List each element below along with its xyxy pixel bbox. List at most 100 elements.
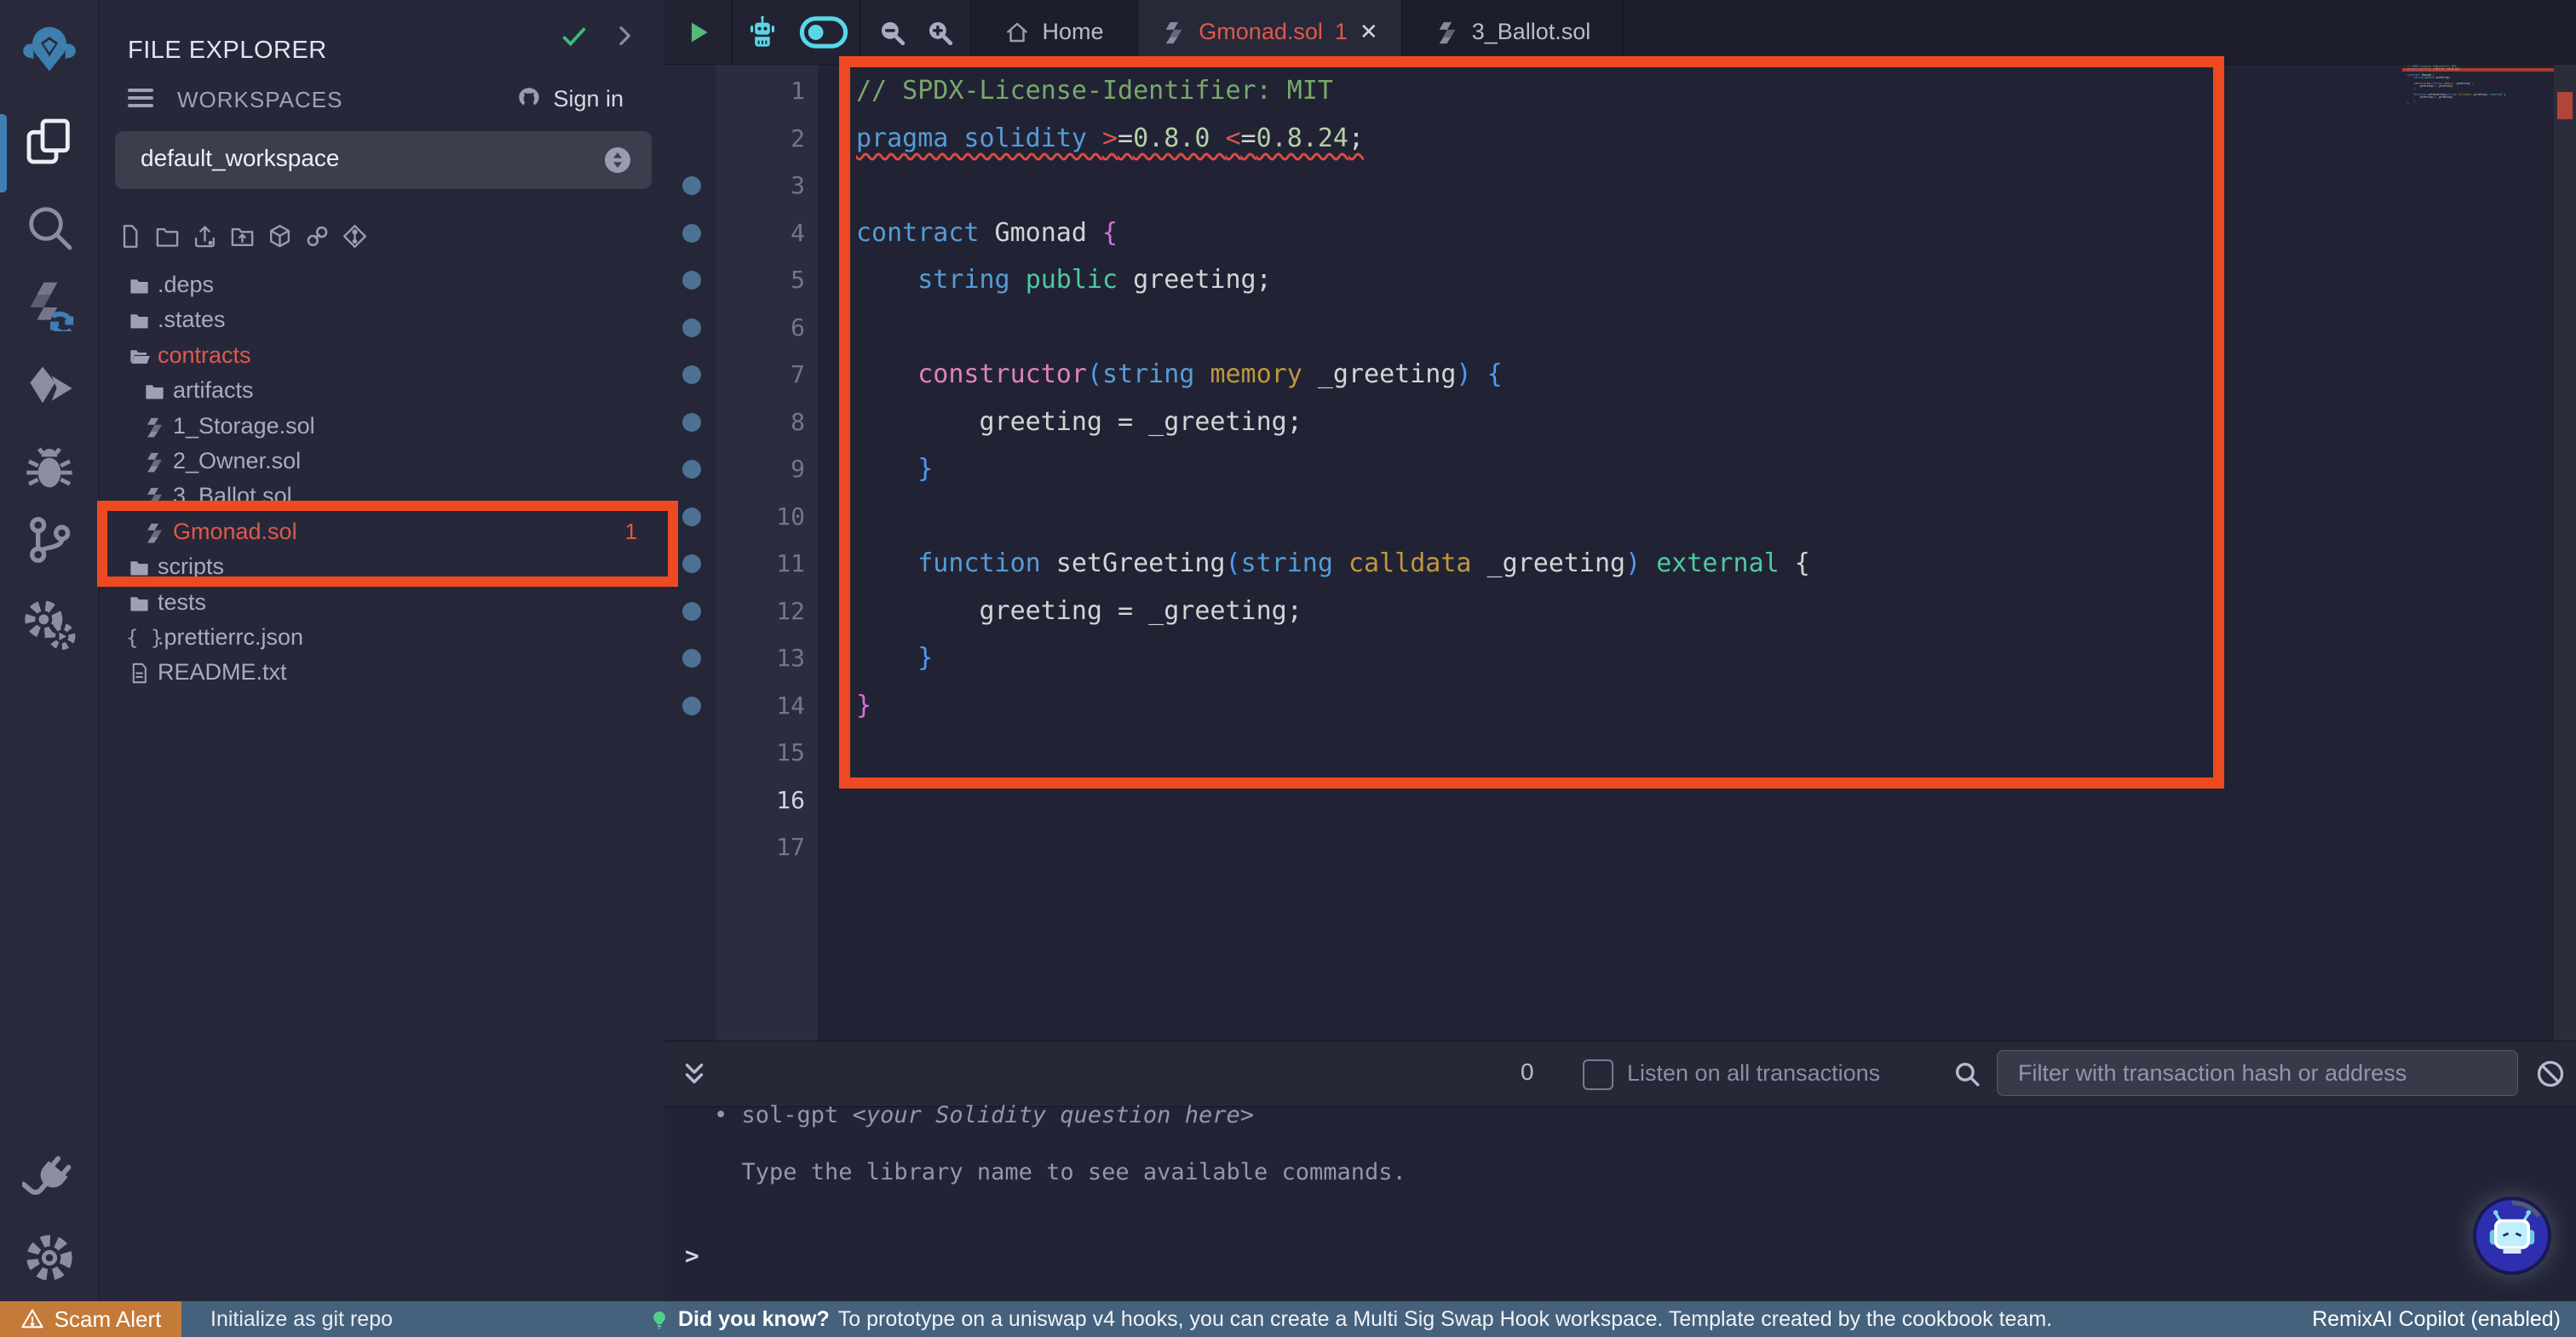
git-icon[interactable] <box>22 513 77 567</box>
tree-item-label: .states <box>158 307 226 333</box>
zoom-out-icon[interactable] <box>877 18 906 47</box>
workspace-select[interactable]: default_workspace <box>115 131 652 189</box>
code-line-5[interactable]: 5 string public greeting; <box>664 256 2402 304</box>
code-line-12[interactable]: 12 greeting = _greeting; <box>664 588 2402 635</box>
tree-item-3_Ballot.sol[interactable]: 3_Ballot.sol <box>100 479 664 514</box>
sign-in-label: Sign in <box>553 86 624 112</box>
editor-scrollbar[interactable] <box>2554 64 2576 1041</box>
close-tab-icon[interactable]: ✕ <box>1360 19 1378 45</box>
code-line-1[interactable]: 1// SPDX-License-Identifier: MIT <box>664 67 2402 115</box>
ipfs-box-icon[interactable] <box>267 223 293 250</box>
tree-item-.states[interactable]: .states <box>100 303 664 338</box>
deploy-run-icon[interactable] <box>22 361 77 416</box>
minimap[interactable]: // SPDX-License-Identifier: MITpragma so… <box>2402 66 2554 113</box>
chevron-right-icon[interactable] <box>611 22 638 49</box>
tip-text: To prototype on a uniswap v4 hooks, you … <box>838 1307 2052 1332</box>
upload-folder-icon[interactable] <box>229 223 256 250</box>
copilot-status-button[interactable]: RemixAI Copilot (enabled) <box>2312 1307 2561 1332</box>
code-line-17[interactable]: 17 <box>664 823 2402 871</box>
collapse-terminal-icon[interactable] <box>680 1060 709 1089</box>
tab-gmonad[interactable]: Gmonad.sol 1 ✕ <box>1138 0 1402 64</box>
code-line-15[interactable]: 15 <box>664 729 2402 777</box>
tab-home[interactable]: Home <box>971 0 1138 64</box>
line-number: 11 <box>716 540 805 588</box>
terminal-prompt[interactable]: > <box>685 1242 699 1270</box>
remixai-robot-icon[interactable] <box>745 14 780 50</box>
tab-label: Home <box>1042 19 1103 45</box>
tree-item-.prettierrc.json[interactable]: { }.prettierrc.json <box>100 621 664 656</box>
tree-item-label: .prettierrc.json <box>158 624 303 651</box>
tree-item-artifacts[interactable]: artifacts <box>100 374 664 409</box>
file-explorer-icon[interactable] <box>22 114 77 169</box>
minimap-line <box>2402 111 2554 113</box>
check-icon[interactable] <box>560 22 589 51</box>
code-line-13[interactable]: 13 } <box>664 634 2402 682</box>
tree-item-.deps[interactable]: .deps <box>100 268 664 303</box>
remix-logo-icon[interactable] <box>22 21 77 76</box>
line-number: 4 <box>716 209 805 257</box>
init-git-repo-button[interactable]: Initialize as git repo <box>210 1307 393 1332</box>
folder-icon <box>128 592 151 615</box>
code-line-4[interactable]: 4contract Gmonad { <box>664 209 2402 257</box>
clear-terminal-icon[interactable] <box>2535 1059 2566 1089</box>
hamburger-menu-icon[interactable] <box>128 89 153 111</box>
tree-item-Gmonad.sol[interactable]: Gmonad.sol1 <box>100 515 664 550</box>
solidity-file-icon <box>1161 20 1187 45</box>
code-line-9[interactable]: 9 } <box>664 445 2402 493</box>
zoom-in-icon[interactable] <box>925 18 954 47</box>
tree-item-README.txt[interactable]: README.txt <box>100 656 664 691</box>
scam-alert-button[interactable]: Scam Alert <box>0 1301 181 1337</box>
code-line-10[interactable]: 10 <box>664 493 2402 541</box>
line-number: 16 <box>716 777 805 824</box>
code-line-8[interactable]: 8 greeting = _greeting; <box>664 399 2402 446</box>
tree-item-scripts[interactable]: scripts <box>100 550 664 585</box>
debugger-icon[interactable] <box>22 442 77 496</box>
listen-checkbox[interactable] <box>1583 1059 1613 1090</box>
code-line-3[interactable]: 3 <box>664 162 2402 209</box>
terminal-search-icon[interactable] <box>1952 1059 1981 1088</box>
remixai-assistant-button[interactable] <box>2473 1196 2551 1275</box>
tree-item-contracts[interactable]: contracts <box>100 339 664 374</box>
folder-icon <box>128 274 151 297</box>
new-folder-icon[interactable] <box>154 223 181 250</box>
solidity-compiler-icon[interactable] <box>22 277 77 331</box>
zoom-controls <box>860 0 971 64</box>
file-toolbar <box>117 223 368 250</box>
settings-icon[interactable] <box>22 1231 77 1285</box>
active-plugin-indicator <box>0 114 7 192</box>
copilot-toggle-icon[interactable] <box>799 15 848 49</box>
new-file-icon[interactable] <box>117 223 143 250</box>
tree-item-label: Gmonad.sol <box>173 519 297 545</box>
tree-item-tests[interactable]: tests <box>100 586 664 621</box>
tab-label: 3_Ballot.sol <box>1472 19 1591 45</box>
code-text: string public greeting; <box>856 256 1272 304</box>
terminal-history-line: Type the library name to see available c… <box>714 1159 1406 1185</box>
run-script-button[interactable] <box>664 0 733 64</box>
code-line-2[interactable]: 2pragma solidity >=0.8.0 <=0.8.24; <box>664 115 2402 163</box>
code-line-6[interactable]: 6 <box>664 304 2402 352</box>
code-text: constructor(string memory _greeting) { <box>856 351 1503 399</box>
code-line-7[interactable]: 7 constructor(string memory _greeting) { <box>664 351 2402 399</box>
warning-icon <box>20 1307 44 1331</box>
code-line-14[interactable]: 14} <box>664 682 2402 730</box>
line-number: 17 <box>716 823 805 871</box>
transaction-filter-input[interactable] <box>1997 1050 2518 1096</box>
tab-ballot[interactable]: 3_Ballot.sol <box>1402 0 1624 64</box>
solidity-icon <box>143 416 166 439</box>
plugin-manager-icon[interactable] <box>22 1152 77 1207</box>
tree-item-2_Owner.sol[interactable]: 2_Owner.sol <box>100 445 664 479</box>
upload-file-icon[interactable] <box>192 223 218 250</box>
file-explorer-panel: FILE EXPLORER WORKSPACES Sign in default… <box>100 0 664 1301</box>
script-runner-icon[interactable] <box>22 598 77 652</box>
link-icon[interactable] <box>304 223 331 250</box>
sign-in-button[interactable]: Sign in <box>514 83 624 114</box>
tree-item-1_Storage.sol[interactable]: 1_Storage.sol <box>100 410 664 445</box>
code-text: } <box>856 445 933 493</box>
search-icon[interactable] <box>22 200 77 255</box>
code-line-11[interactable]: 11 function setGreeting(string calldata … <box>664 540 2402 588</box>
scrollbar-error-marker <box>2557 92 2573 119</box>
git-diamond-icon[interactable] <box>342 223 368 250</box>
terminal-history-line: • sol-gpt <your Solidity question here> <box>714 1102 1254 1128</box>
code-line-16[interactable]: 16 <box>664 777 2402 824</box>
workspaces-label: WORKSPACES <box>177 87 342 113</box>
